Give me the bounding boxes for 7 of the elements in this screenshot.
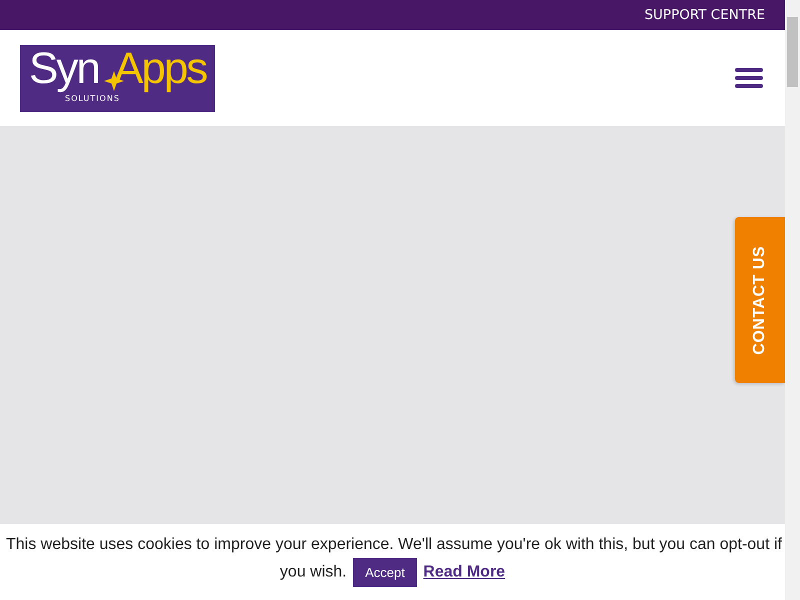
support-centre-link[interactable]: SUPPORT CENTRE: [644, 7, 765, 23]
cookie-message: This website uses cookies to improve your experience. We'll assume you're ok with this, but you can opt-out if: [6, 536, 782, 553]
accept-button[interactable]: Accept: [353, 558, 417, 587]
scrollbar[interactable]: [785, 0, 800, 600]
logo[interactable]: Syn Apps SOLUTIONS: [20, 44, 215, 112]
read-more-link[interactable]: Read More: [423, 564, 506, 581]
cookie-message: you wish.: [280, 564, 347, 581]
